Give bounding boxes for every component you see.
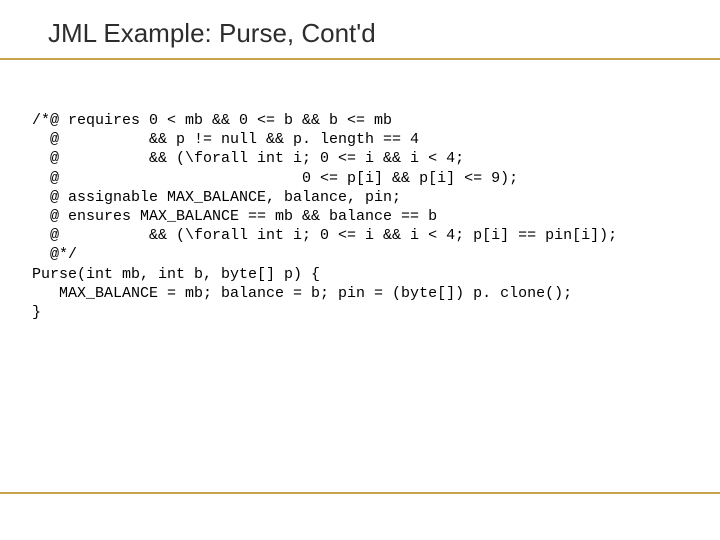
code-line: /*@ requires 0 < mb && 0 <= b && b <= mb (32, 112, 392, 129)
slide: JML Example: Purse, Cont'd /*@ requires … (0, 0, 720, 540)
code-line: @ && p != null && p. length == 4 (32, 131, 419, 148)
slide-title: JML Example: Purse, Cont'd (48, 18, 672, 49)
title-underline (0, 58, 720, 60)
code-block: /*@ requires 0 < mb && 0 <= b && b <= mb… (32, 111, 700, 322)
code-line: @ assignable MAX_BALANCE, balance, pin; (32, 189, 401, 206)
footer-rule (0, 492, 720, 494)
code-line: @ 0 <= p[i] && p[i] <= 9); (32, 170, 518, 187)
code-line: MAX_BALANCE = mb; balance = b; pin = (by… (32, 285, 572, 302)
code-line: @ && (\forall int i; 0 <= i && i < 4; p[… (32, 227, 617, 244)
code-line: @*/ (32, 246, 77, 263)
code-line: @ ensures MAX_BALANCE == mb && balance =… (32, 208, 437, 225)
code-line: Purse(int mb, int b, byte[] p) { (32, 266, 320, 283)
code-line: } (32, 304, 41, 321)
code-line: @ && (\forall int i; 0 <= i && i < 4; (32, 150, 464, 167)
